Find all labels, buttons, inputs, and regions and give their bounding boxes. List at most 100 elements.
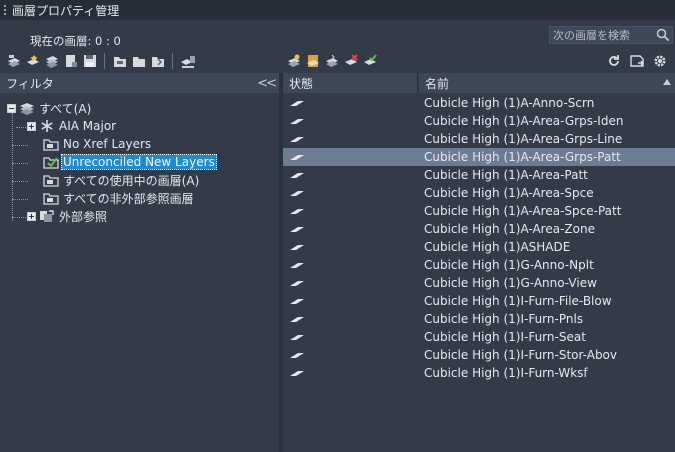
tree-item-unreconciled-new-layers[interactable]: Unreconciled New Layers (40, 153, 217, 171)
state-cell[interactable] (283, 224, 419, 234)
tree-connector (12, 163, 28, 164)
filter-folder-icon (42, 136, 59, 152)
state-cell[interactable] (283, 242, 419, 252)
table-row[interactable]: Cubicle High (1)A-Anno-Scrn (283, 94, 675, 112)
tree-item-all-non-xref-layers[interactable]: すべての非外部参照画層 (40, 189, 196, 207)
tree-connector (12, 113, 13, 221)
table-row[interactable]: Cubicle High (1)I-Furn-Wksf (283, 364, 675, 382)
filter-folder-icon (42, 172, 59, 188)
table-row[interactable]: Cubicle High (1)G-Anno-View (283, 274, 675, 292)
state-cell[interactable] (283, 98, 419, 108)
tree-item-label: AIA Major (59, 119, 117, 133)
layer-name-cell: Cubicle High (1)ASHADE (424, 240, 571, 254)
expand-expander-icon[interactable]: + (27, 121, 36, 131)
layer-name-cell: Cubicle High (1)G-Anno-View (424, 276, 597, 290)
layer-name-cell: Cubicle High (1)A-Anno-Scrn (424, 96, 595, 110)
new-folder-filter-icon[interactable] (110, 52, 129, 70)
xref-icon (38, 208, 55, 224)
tree-item-label: すべて(A) (39, 101, 92, 116)
column-header-name[interactable]: 名前 (419, 73, 675, 93)
tree-item-label: すべての非外部参照画層 (63, 191, 194, 206)
table-row[interactable]: Cubicle High (1)A-Area-Spce-Patt (283, 202, 675, 220)
drag-grip-icon[interactable] (0, 0, 10, 20)
expand-expander-icon[interactable]: + (27, 211, 36, 221)
layer-name-cell: Cubicle High (1)I-Furn-Stor-Abov (424, 348, 618, 362)
table-row[interactable]: Cubicle High (1)ASHADE (283, 238, 675, 256)
table-row[interactable]: Cubicle High (1)I-Furn-Stor-Abov (283, 346, 675, 364)
filter-panel: フィルタ << − すべて(A) + AIA Major No Xref Lay… (0, 73, 279, 452)
state-cell[interactable] (283, 296, 419, 306)
tree-item-xref[interactable]: + 外部参照 (27, 207, 109, 225)
state-cell[interactable] (283, 152, 419, 162)
state-cell[interactable] (283, 134, 419, 144)
tree-connector (12, 145, 28, 146)
layer-state-icon (290, 191, 304, 196)
collapse-panel-icon[interactable]: << (257, 76, 277, 91)
layer-filter-apply-icon[interactable] (322, 52, 341, 70)
layer-state-icon (290, 263, 304, 268)
layer-state-icon (290, 335, 304, 340)
layer-list: 状態 名前 Cubicle High (1)A-Anno-Scrn Cubicle… (283, 73, 675, 452)
save-state-icon[interactable] (80, 52, 99, 70)
state-cell[interactable] (283, 188, 419, 198)
filter-folder-icon (42, 190, 59, 206)
tree-item-all[interactable]: − すべて(A) (7, 99, 93, 117)
search-input[interactable] (550, 28, 650, 42)
layer-name-cell: Cubicle High (1)A-Area-Grps-Line (424, 132, 623, 146)
table-row[interactable]: Cubicle High (1)A-Area-Patt (283, 166, 675, 184)
table-row[interactable]: Cubicle High (1)A-Area-Grps-Line (283, 130, 675, 148)
tree-item-label: Unreconciled New Layers (61, 154, 217, 170)
tree-item-aia-major[interactable]: + AIA Major (27, 117, 118, 135)
layer-toolbar-right (604, 51, 669, 71)
settings-gear-icon[interactable] (650, 52, 669, 70)
column-header-label: 名前 (425, 76, 450, 91)
new-property-filter-icon[interactable] (4, 52, 23, 70)
state-cell[interactable] (283, 350, 419, 360)
layer-name-cell: Cubicle High (1)A-Area-Patt (424, 168, 588, 182)
delete-layer-icon[interactable] (341, 52, 360, 70)
state-cell[interactable] (283, 314, 419, 324)
new-group-filter-icon[interactable] (23, 52, 42, 70)
table-row[interactable]: Cubicle High (1)A-Area-Grps-Iden (283, 112, 675, 130)
state-cell[interactable] (283, 206, 419, 216)
table-row[interactable]: Cubicle High (1)I-Furn-File-Blow (283, 292, 675, 310)
table-row[interactable]: Cubicle High (1)A-Area-Spce (283, 184, 675, 202)
tree-connector (12, 217, 28, 218)
layer-stack-icon (18, 100, 35, 116)
search-icon[interactable] (656, 28, 670, 45)
collapse-expander-icon[interactable]: − (7, 103, 16, 113)
layer-state-icon (290, 101, 304, 106)
layer-translate-icon[interactable] (627, 52, 646, 70)
window-title: 画層プロパティ管理 (12, 3, 120, 18)
layer-states-icon[interactable] (42, 52, 61, 70)
sort-ascending-icon (663, 79, 671, 85)
tree-item-all-used-layers[interactable]: すべての使用中の画層(A) (40, 171, 201, 189)
new-layer-vp-frozen-icon[interactable] (303, 52, 322, 70)
layer-name-cell: Cubicle High (1)G-Anno-Nplt (424, 258, 594, 272)
state-cell[interactable] (283, 278, 419, 288)
column-header-state[interactable]: 状態 (283, 73, 418, 93)
state-cell[interactable] (283, 368, 419, 378)
layer-state-manager-icon[interactable] (61, 52, 80, 70)
table-row[interactable]: Cubicle High (1)A-Area-Grps-Patt (283, 148, 675, 166)
state-cell[interactable] (283, 332, 419, 342)
table-row[interactable]: Cubicle High (1)G-Anno-Nplt (283, 256, 675, 274)
column-header-label: 状態 (289, 76, 314, 91)
table-row[interactable]: Cubicle High (1)A-Area-Zone (283, 220, 675, 238)
layer-name-cell: Cubicle High (1)I-Furn-Pnls (424, 312, 584, 326)
folder-arrow-icon[interactable] (148, 52, 167, 70)
state-cell[interactable] (283, 116, 419, 126)
layer-toolbar (284, 51, 379, 71)
state-cell[interactable] (283, 170, 419, 180)
filter-toolbar (4, 51, 197, 71)
current-layer-label: 現在の画層: 0 : 0 (30, 34, 121, 48)
state-cell[interactable] (283, 260, 419, 270)
table-row[interactable]: Cubicle High (1)I-Furn-Pnls (283, 310, 675, 328)
tree-item-no-xref-layers[interactable]: No Xref Layers (40, 135, 153, 153)
set-current-icon[interactable] (360, 52, 379, 70)
refresh-icon[interactable] (604, 52, 623, 70)
layer-settings-icon[interactable] (178, 52, 197, 70)
new-layer-icon[interactable] (284, 52, 303, 70)
table-row[interactable]: Cubicle High (1)I-Furn-Seat (283, 328, 675, 346)
folder-icon[interactable] (129, 52, 148, 70)
